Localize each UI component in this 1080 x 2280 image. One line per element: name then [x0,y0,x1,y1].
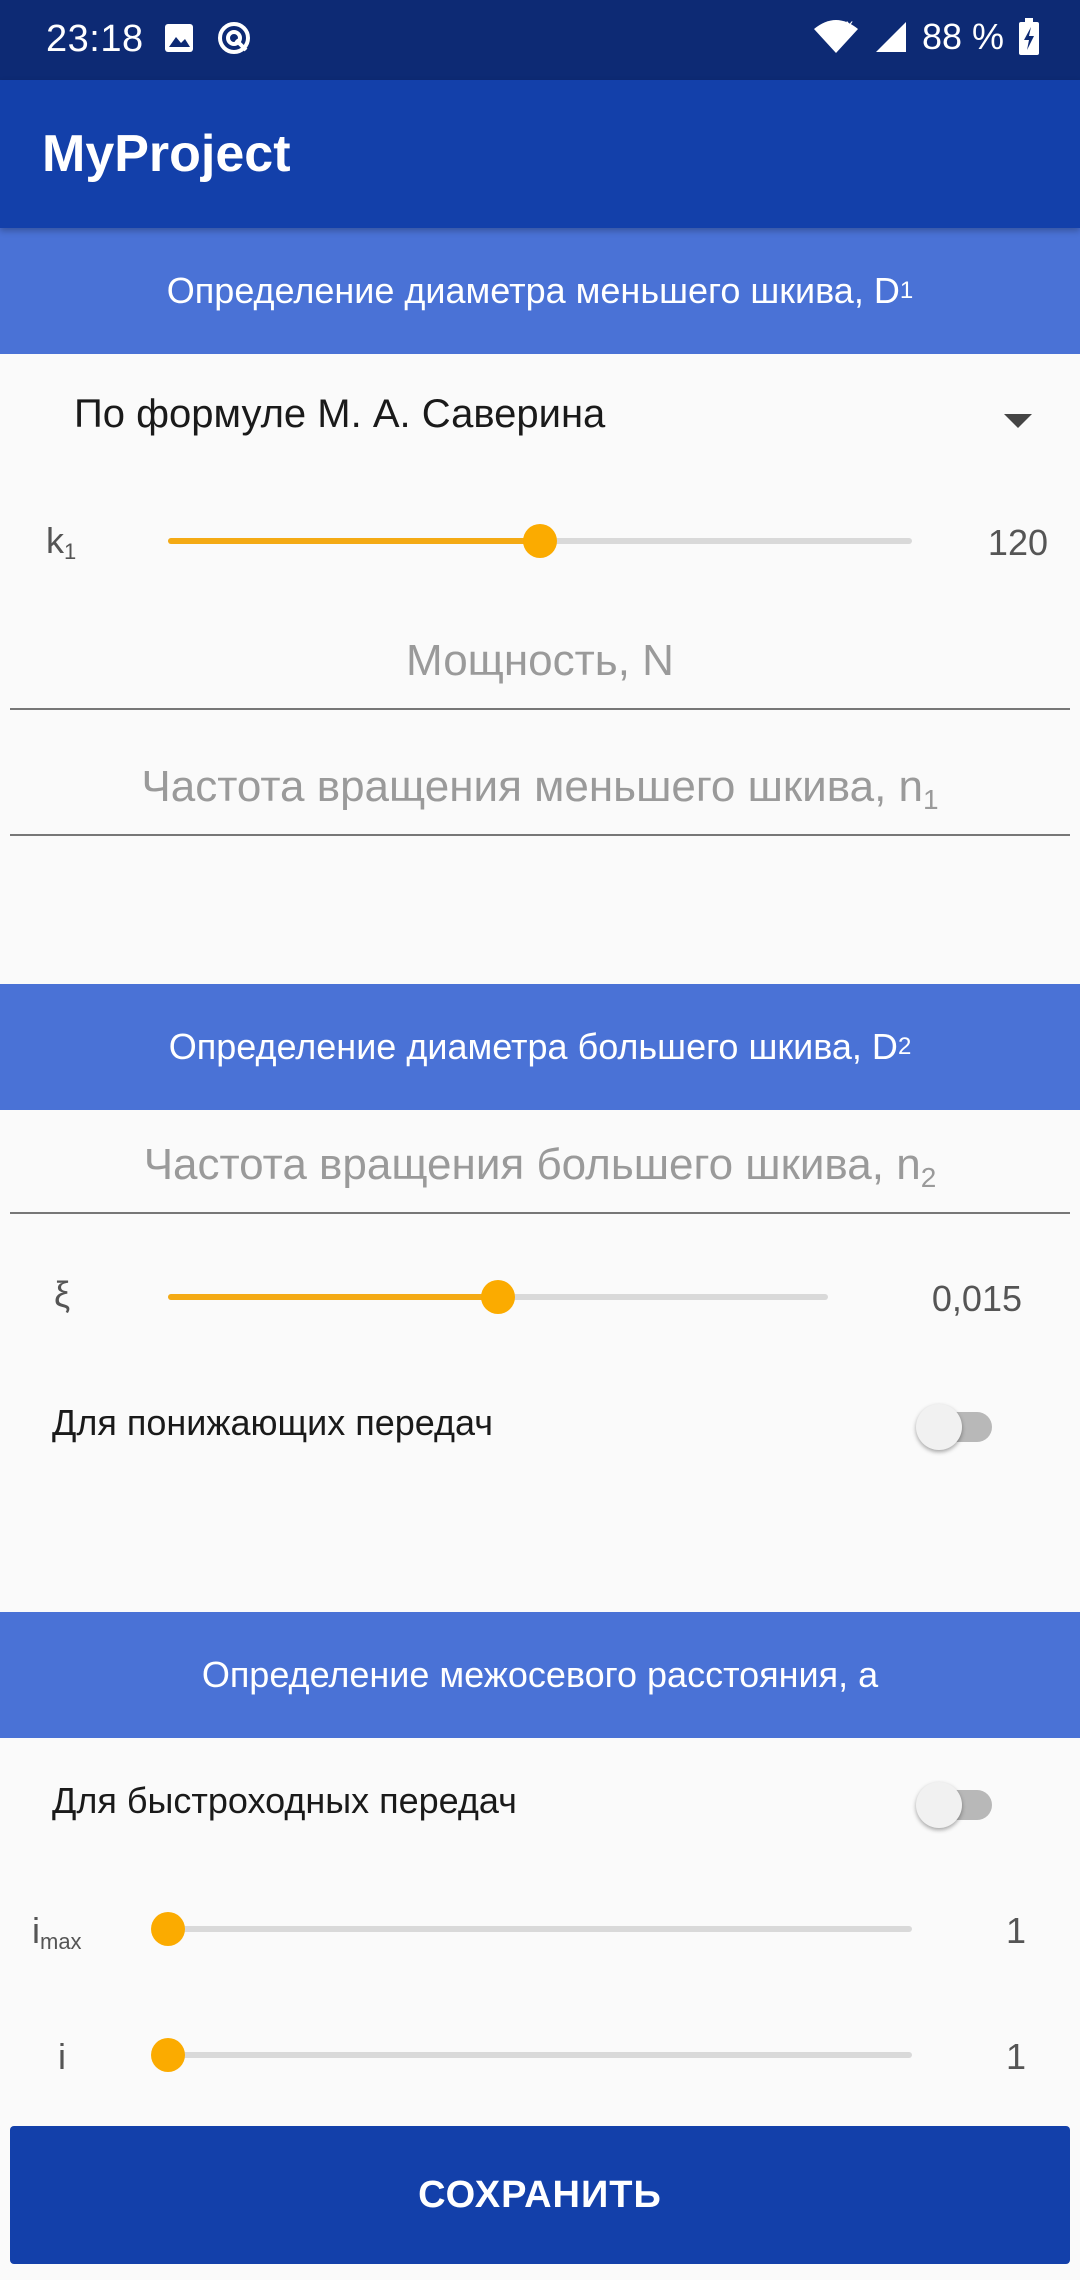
status-right: x 88 % [812,16,1040,58]
dropdown-arrow-icon [1004,414,1032,428]
image-icon [165,24,193,52]
section-title: Определение межосевого расстояния, a [201,1654,879,1695]
slider-label: ξ [54,1274,71,1315]
reduction-switch[interactable] [916,1404,996,1450]
slider-label: k1 [46,520,76,565]
notification-icons [164,20,252,56]
slider-thumb[interactable] [151,1912,185,1946]
slider-label-subscript: max [40,1929,82,1954]
save-button[interactable]: СОХРАНИТЬ [10,2126,1070,2264]
n2-rotation-input[interactable]: Частота вращения большего шкива, n2 [10,1124,1070,1214]
i-slider-row: i 1 [0,2006,1080,2106]
sync-icon [218,22,250,54]
input-placeholder: Мощность, N [406,636,674,685]
imax-value: 1 [1005,1910,1026,1951]
i-slider[interactable] [151,2038,912,2072]
switch-knob [916,1782,962,1828]
reduction-switch-row: Для понижающих передач [0,1380,1080,1470]
slider-label-subscript: 1 [64,539,77,564]
status-bar: 23:18 x 88 % [0,0,1080,80]
wifi-icon: x [813,19,858,53]
xi-value: 0,015 [931,1278,1022,1319]
slider-label: imax [32,1910,82,1955]
section-title-subscript: 1 [899,277,914,304]
status-time: 23:18 [46,18,144,60]
fast-switch[interactable] [916,1782,996,1828]
battery-charging-icon [1019,18,1039,55]
slider-label-text: i [32,1910,40,1951]
section-header-center-distance: Определение межосевого расстояния, a [0,1612,1080,1738]
switch-label: Для понижающих передач [52,1402,493,1443]
section-header-small-pulley: Определение диаметра меньшего шкива, D1 [0,228,1080,354]
imax-slider-row: imax 1 [0,1880,1080,1980]
method-dropdown[interactable]: По формуле М. А. Саверина [0,352,1080,482]
input-placeholder: Частота вращения меньшего шкива, n1 [10,762,1070,816]
slider-label-text: k [46,520,64,561]
fast-switch-row: Для быстроходных передач [0,1758,1080,1848]
i-value: 1 [1005,2036,1026,2077]
section-title-subscript: 2 [897,1033,912,1060]
signal-icon [875,22,906,52]
slider-fill [168,538,540,544]
slider-thumb[interactable] [523,524,557,558]
placeholder-subscript: 1 [923,784,939,815]
section-header-large-pulley: Определение диаметра большего шкива, D2 [0,984,1080,1110]
battery-percent: 88 % [921,16,1004,57]
xi-slider[interactable] [168,1280,828,1314]
placeholder-text: Частота вращения большего шкива, n [143,1140,921,1189]
placeholder-subscript: 2 [920,1162,937,1193]
power-input[interactable]: Мощность, N [10,620,1070,710]
xi-slider-row: ξ 0,015 [0,1248,1080,1348]
k1-slider-row: k1 120 [0,490,1080,590]
switch-knob [916,1404,962,1450]
n1-rotation-input[interactable]: Частота вращения меньшего шкива, n1 [10,746,1070,836]
k1-slider[interactable] [168,524,912,558]
app-bar: MyProject [0,80,1080,228]
slider-thumb[interactable] [151,2038,185,2072]
svg-text:x: x [846,19,853,32]
section-title: Определение диаметра меньшего шкива, D [166,270,900,311]
slider-fill [168,1294,498,1300]
slider-thumb[interactable] [481,1280,515,1314]
slider-label: i [58,2036,66,2077]
section-title: Определение диаметра большего шкива, D [168,1026,898,1067]
dropdown-selected-value: По формуле М. А. Саверина [74,392,606,436]
switch-label: Для быстроходных передач [52,1780,517,1821]
input-placeholder: Частота вращения большего шкива, n2 [10,1140,1070,1194]
k1-value: 120 [987,522,1048,563]
imax-slider[interactable] [151,1912,912,1946]
placeholder-text: Частота вращения меньшего шкива, n [141,762,924,811]
app-title: MyProject [42,125,291,183]
